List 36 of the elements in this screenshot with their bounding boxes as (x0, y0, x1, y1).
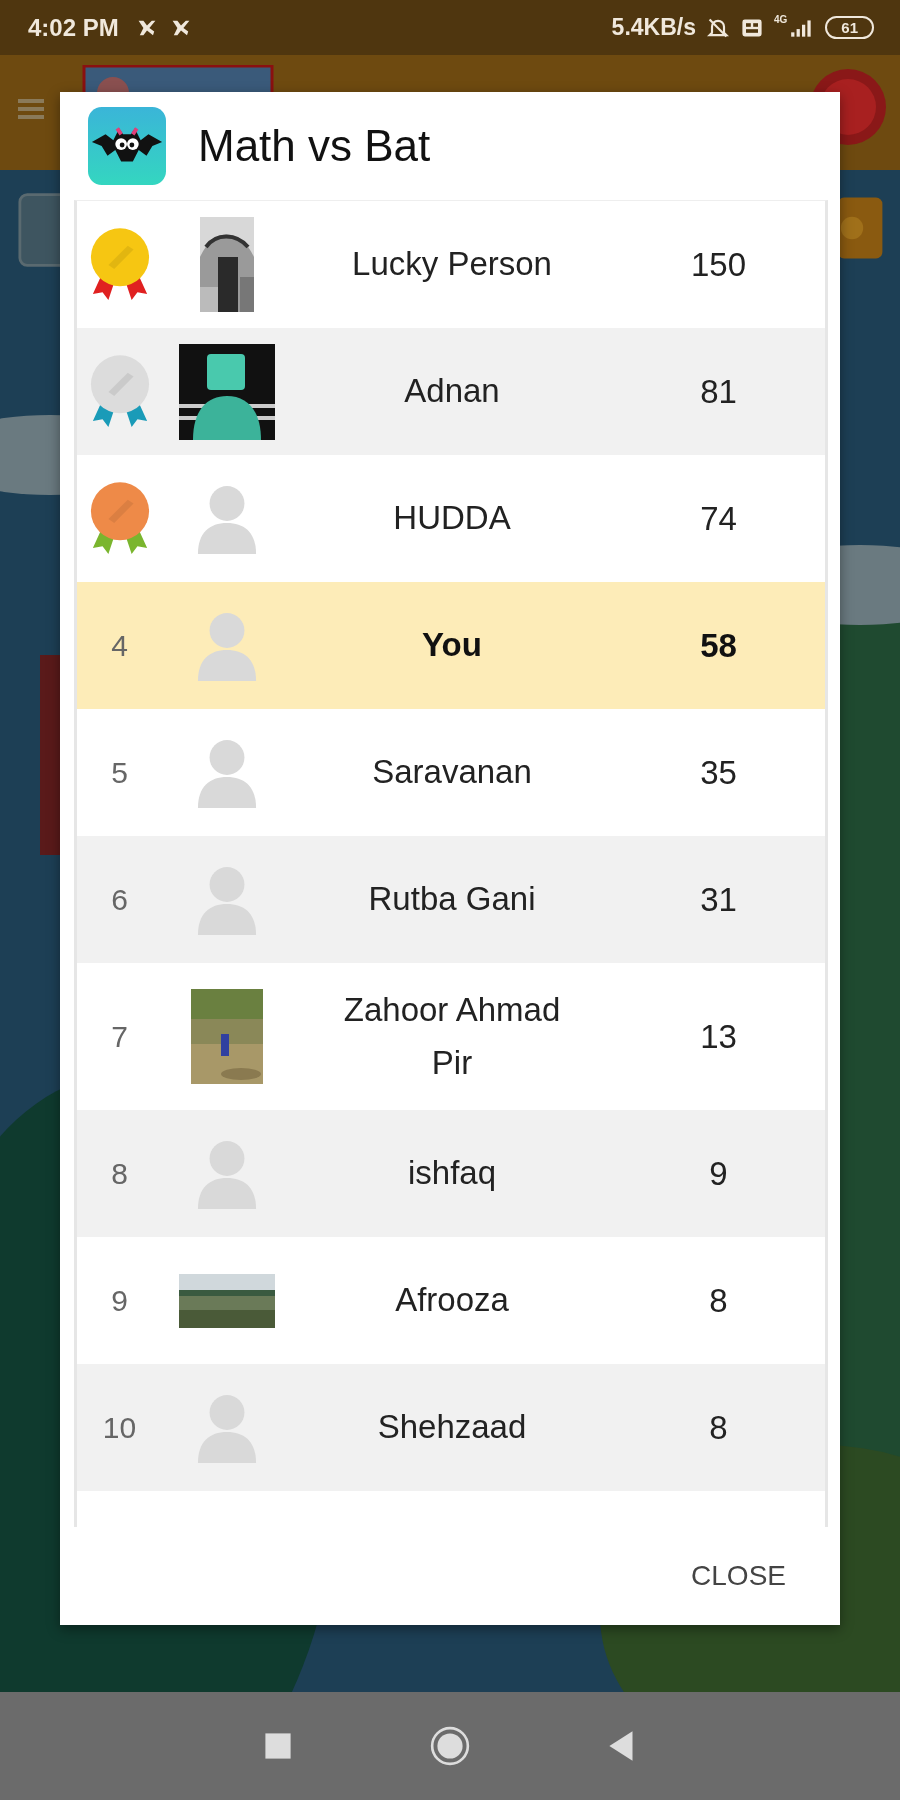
score-text: 35 (699, 753, 738, 792)
clock-text: 4:02 PM (28, 13, 119, 42)
rank-text: 9 (111, 1283, 128, 1318)
player-name: Afrooza (394, 1280, 510, 1321)
rank-text: 6 (111, 882, 128, 917)
player-name: Lucky Person (351, 244, 553, 285)
score-text: 74 (699, 499, 738, 538)
bat-app-icon (88, 107, 166, 185)
rank-text: 4 (111, 628, 128, 663)
score-text: 31 (699, 880, 738, 919)
rank-text: 5 (111, 755, 128, 790)
player-name: Zahoor Ahmad Pir (342, 989, 562, 1083)
player-name: ishfaq (406, 1153, 498, 1194)
player-name: HUDDA (392, 498, 512, 539)
player-name: You (421, 625, 483, 666)
score-text: 150 (689, 245, 748, 284)
player-name: Rutba Gani (367, 879, 537, 920)
player-name: Saravanan (371, 752, 533, 793)
rank-text: 10 (102, 1410, 137, 1445)
network-type-text: 4G (773, 14, 788, 25)
rank-text: 7 (111, 1019, 128, 1054)
score-text: 9 (708, 1154, 729, 1193)
dialog-title: Math vs Bat (198, 121, 431, 171)
network-speed-text: 5.4KB/s (611, 14, 696, 41)
home-icon[interactable] (429, 1725, 471, 1767)
score-text: 8 (708, 1408, 729, 1447)
player-name: Shehzaad (376, 1407, 528, 1448)
player-name: Adnan (403, 371, 501, 412)
rank-text: 8 (111, 1156, 128, 1191)
logo-icon (80, 65, 276, 92)
score-text: 8 (708, 1281, 729, 1320)
score-text: 81 (699, 372, 738, 411)
score-text: 13 (699, 1017, 738, 1056)
battery-level: 61 (825, 16, 874, 39)
close-button[interactable]: CLOSE (681, 1546, 796, 1606)
score-text: 58 (699, 626, 738, 665)
